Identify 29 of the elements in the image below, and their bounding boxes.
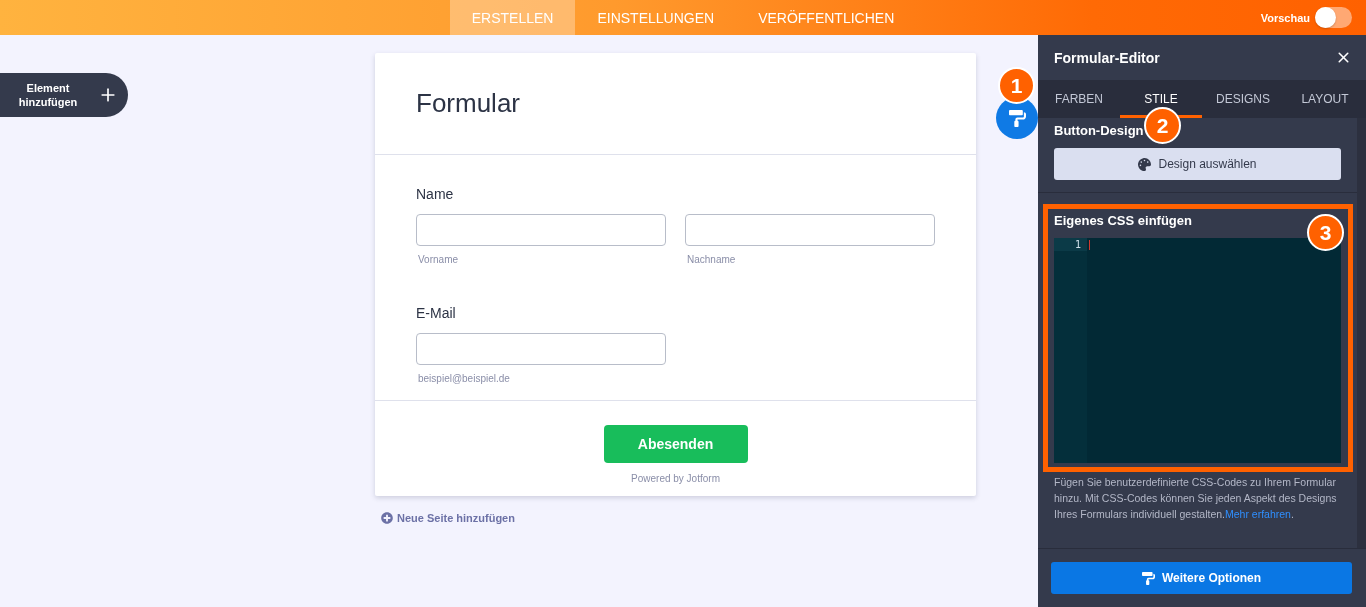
input-field[interactable]	[416, 333, 666, 365]
panel-tab[interactable]: LAYOUT	[1284, 80, 1366, 118]
panel-tab[interactable]: DESIGNS	[1202, 80, 1284, 118]
paint-roller-icon	[1141, 571, 1155, 585]
preview-label: Vorschau	[1260, 11, 1310, 24]
powered-by-text: Powered by Jotform	[631, 473, 720, 485]
panel-tab[interactable]: FARBEN	[1038, 80, 1120, 118]
text-cursor-icon	[1089, 240, 1090, 250]
field-sublabel: Nachname	[686, 254, 736, 266]
learn-more-link[interactable]: Mehr erfahren	[1225, 508, 1291, 520]
choose-design-button[interactable]: Design auswählen	[1054, 148, 1341, 180]
add-element-button[interactable]: Element hinzufügen	[0, 73, 128, 117]
field-sublabel: Vorname	[417, 254, 459, 266]
paint-roller-icon	[1008, 109, 1026, 127]
description-text: Fügen Sie benutzerdefinierte CSS-Codes zu Ihrem Formular hinzu. Mit CSS-Codes können Sie jeden Aspekt des Designs Ihres Formulars individuell gestalten.Mehr erfahren.	[1053, 475, 1338, 522]
field-label: E-Mail	[416, 305, 456, 321]
input-field[interactable]	[685, 214, 935, 246]
more-options-button[interactable]: Weitere Optionen	[1051, 562, 1352, 594]
palette-icon	[1138, 157, 1152, 171]
field-sublabel: beispiel@beispiel.de	[417, 373, 510, 385]
section-heading: Button-Design	[1054, 123, 1144, 139]
section-heading: Eigenes CSS einfügen	[1054, 213, 1192, 229]
field-label: Name	[416, 186, 454, 202]
panel-title: Formular-Editor	[1054, 49, 1160, 66]
line-number: 1	[1054, 238, 1087, 251]
add-page-link[interactable]: Neue Seite hinzufügen	[381, 512, 515, 524]
input-field[interactable]	[416, 214, 666, 246]
preview-toggle[interactable]	[1315, 7, 1352, 28]
form-title: Formular	[416, 88, 520, 119]
